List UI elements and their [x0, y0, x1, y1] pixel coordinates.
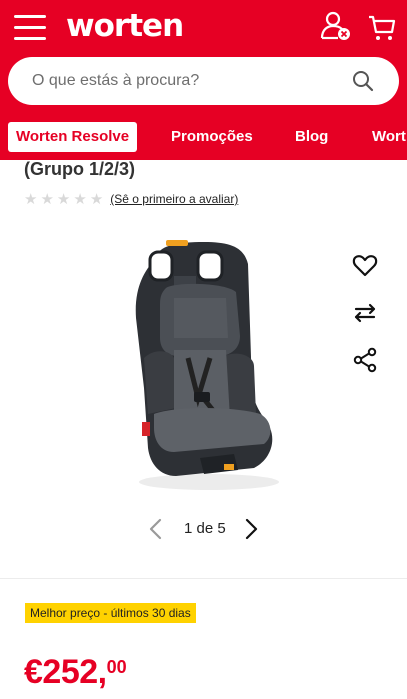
share-icon[interactable] — [352, 347, 378, 373]
tab-blog[interactable]: Blog — [295, 122, 328, 152]
rating-link[interactable]: (Sê o primeiro a avaliar) — [110, 192, 238, 206]
star-icon: ★ — [40, 191, 54, 208]
logo[interactable]: worten — [66, 8, 184, 44]
price-decimals: 00 — [106, 657, 127, 677]
search-icon[interactable] — [352, 70, 374, 92]
divider — [0, 578, 407, 579]
tab-worten-resolve[interactable]: Worten Resolve — [8, 122, 138, 152]
chevron-left-icon[interactable] — [146, 518, 166, 540]
cart-icon[interactable] — [368, 14, 396, 42]
price-integer: €252, — [24, 653, 107, 691]
rating: ★ ★ ★ ★ ★ (Sê o primeiro a avaliar) — [24, 190, 238, 208]
tab-worten[interactable]: Wort — [372, 122, 406, 152]
star-icon: ★ — [24, 191, 38, 208]
star-icon: ★ — [89, 191, 104, 208]
heart-icon[interactable] — [352, 253, 378, 279]
header: worten Worten Resolve Promoções Blog Wor… — [0, 0, 407, 160]
star-icon: ★ — [73, 191, 87, 208]
star-icon: ★ — [56, 191, 71, 208]
image-pager: 1 de 5 — [0, 514, 407, 544]
compare-icon[interactable] — [352, 300, 378, 326]
menu-icon[interactable] — [14, 15, 46, 41]
nav-tabs: Worten Resolve Promoções Blog Wort — [0, 122, 407, 152]
pager-count: 1 de 5 — [184, 520, 226, 537]
price: €252,00 — [24, 653, 127, 692]
product-title: (Grupo 1/2/3) — [24, 159, 136, 179]
best-price-badge: Melhor preço - últimos 30 dias — [25, 603, 196, 623]
search-input[interactable] — [32, 57, 352, 105]
user-icon[interactable] — [320, 10, 352, 42]
tab-promocoes[interactable]: Promoções — [171, 122, 253, 152]
car-seat-image[interactable] — [114, 238, 294, 496]
chevron-right-icon[interactable] — [241, 518, 261, 540]
search-bar[interactable] — [8, 57, 399, 105]
